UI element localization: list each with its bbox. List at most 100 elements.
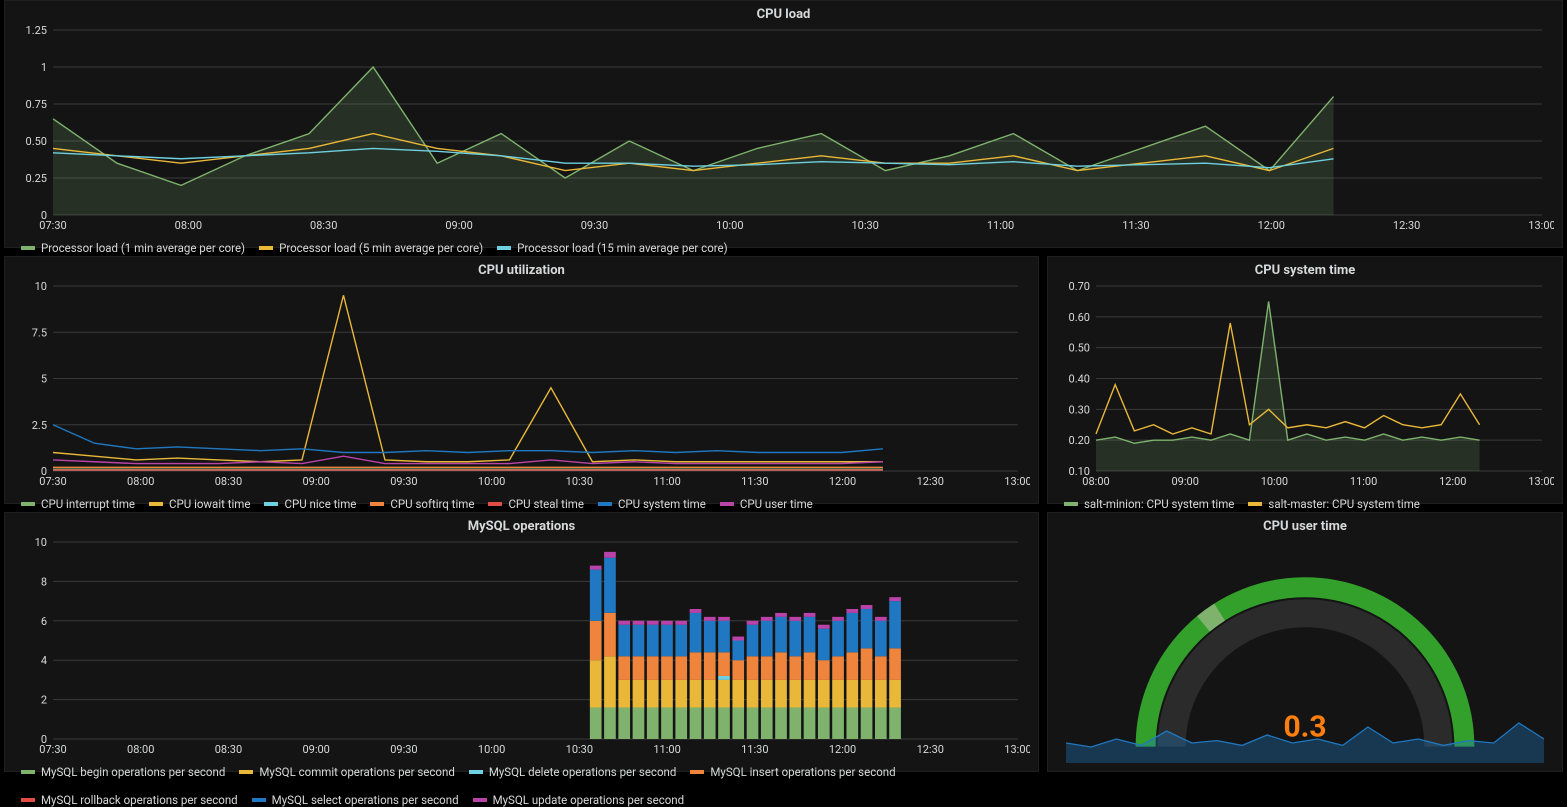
chart-cpu-sys-time[interactable]: 0.100.200.300.400.500.600.7008:0009:0010… bbox=[1056, 280, 1554, 493]
svg-text:0.70: 0.70 bbox=[1069, 280, 1090, 293]
svg-text:10:00: 10:00 bbox=[716, 219, 743, 232]
svg-text:12:30: 12:30 bbox=[917, 743, 944, 756]
legend-item[interactable]: CPU nice time bbox=[264, 497, 356, 511]
legend-item[interactable]: MySQL select operations per second bbox=[252, 793, 459, 807]
legend-label: Processor load (1 min average per core) bbox=[41, 241, 245, 255]
gauge-cpu-user-time[interactable]: 0.3 bbox=[1056, 536, 1554, 765]
legend-label: Processor load (15 min average per core) bbox=[517, 241, 728, 255]
legend-label: CPU user time bbox=[740, 497, 813, 511]
svg-text:10: 10 bbox=[35, 536, 47, 549]
svg-text:11:30: 11:30 bbox=[1122, 219, 1149, 232]
svg-text:09:00: 09:00 bbox=[1171, 475, 1198, 488]
legend-item[interactable]: MySQL update operations per second bbox=[473, 793, 685, 807]
legend-label: MySQL commit operations per second bbox=[259, 765, 454, 779]
svg-text:0.75: 0.75 bbox=[26, 98, 47, 111]
svg-text:10:30: 10:30 bbox=[851, 219, 878, 232]
legend-item[interactable]: MySQL rollback operations per second bbox=[21, 793, 238, 807]
svg-text:6: 6 bbox=[41, 615, 47, 628]
svg-text:09:30: 09:30 bbox=[390, 475, 417, 488]
svg-text:13:00: 13:00 bbox=[1004, 475, 1030, 488]
legend-swatch bbox=[598, 502, 612, 506]
svg-text:2: 2 bbox=[41, 694, 47, 707]
legend-swatch bbox=[21, 770, 35, 774]
legend-item[interactable]: Processor load (15 min average per core) bbox=[497, 241, 728, 255]
legend-item[interactable]: salt-minion: CPU system time bbox=[1064, 497, 1234, 511]
panel-cpu-load: CPU load 00.250.500.7511.2507:3008:0008:… bbox=[4, 0, 1563, 248]
svg-text:09:30: 09:30 bbox=[390, 743, 417, 756]
panel-title-cpu-util[interactable]: CPU utilization bbox=[13, 263, 1030, 278]
svg-text:0.25: 0.25 bbox=[26, 172, 47, 185]
svg-text:0.20: 0.20 bbox=[1069, 434, 1090, 447]
svg-text:0.50: 0.50 bbox=[1069, 342, 1090, 355]
svg-text:12:30: 12:30 bbox=[917, 475, 944, 488]
panel-title-cpu-user-time[interactable]: CPU user time bbox=[1056, 519, 1554, 534]
legend-label: Processor load (5 min average per core) bbox=[279, 241, 483, 255]
svg-text:07:30: 07:30 bbox=[39, 475, 66, 488]
svg-text:08:30: 08:30 bbox=[215, 743, 242, 756]
svg-text:13:00: 13:00 bbox=[1004, 743, 1030, 756]
svg-text:0.50: 0.50 bbox=[26, 135, 47, 148]
legend-item[interactable]: MySQL commit operations per second bbox=[239, 765, 454, 779]
legend-swatch bbox=[1064, 502, 1078, 506]
svg-text:13:00: 13:00 bbox=[1528, 219, 1554, 232]
legend-label: salt-minion: CPU system time bbox=[1084, 497, 1234, 511]
legend-item[interactable]: CPU interrupt time bbox=[21, 497, 135, 511]
legend-swatch bbox=[488, 502, 502, 506]
legend-item[interactable]: MySQL delete operations per second bbox=[469, 765, 677, 779]
legend-label: salt-master: CPU system time bbox=[1268, 497, 1420, 511]
legend-cpu-load: Processor load (1 min average per core) P… bbox=[13, 237, 1554, 255]
svg-text:2.5: 2.5 bbox=[32, 419, 47, 432]
legend-item[interactable]: Processor load (1 min average per core) bbox=[21, 241, 245, 255]
legend-item[interactable]: Processor load (5 min average per core) bbox=[259, 241, 483, 255]
chart-cpu-util[interactable]: 02.557.51007:3008:0008:3009:0009:3010:00… bbox=[13, 280, 1030, 493]
legend-item[interactable]: salt-master: CPU system time bbox=[1248, 497, 1420, 511]
legend-item[interactable]: CPU steal time bbox=[488, 497, 584, 511]
svg-text:0.40: 0.40 bbox=[1069, 373, 1090, 386]
svg-text:7.5: 7.5 bbox=[32, 326, 47, 339]
legend-item[interactable]: CPU iowait time bbox=[149, 497, 250, 511]
panel-title-mysql-ops[interactable]: MySQL operations bbox=[13, 519, 1030, 534]
legend-swatch bbox=[1248, 502, 1262, 506]
panel-cpu-sys-time: CPU system time 0.100.200.300.400.500.60… bbox=[1047, 256, 1563, 504]
panel-cpu-util: CPU utilization 02.557.51007:3008:0008:3… bbox=[4, 256, 1039, 504]
svg-text:12:00: 12:00 bbox=[829, 475, 856, 488]
legend-item[interactable]: CPU system time bbox=[598, 497, 706, 511]
chart-mysql-ops[interactable]: 024681007:3008:0008:3009:0009:3010:0010:… bbox=[13, 536, 1030, 761]
legend-swatch bbox=[469, 770, 483, 774]
legend-item[interactable]: MySQL begin operations per second bbox=[21, 765, 225, 779]
panel-cpu-user-time: CPU user time 0.3 bbox=[1047, 512, 1563, 772]
svg-text:0.30: 0.30 bbox=[1069, 403, 1090, 416]
legend-item[interactable]: CPU user time bbox=[720, 497, 813, 511]
legend-label: MySQL update operations per second bbox=[493, 793, 685, 807]
panel-title-cpu-load[interactable]: CPU load bbox=[13, 7, 1554, 22]
panel-title-cpu-sys-time[interactable]: CPU system time bbox=[1056, 263, 1554, 278]
svg-text:08:00: 08:00 bbox=[127, 743, 154, 756]
legend-label: CPU steal time bbox=[508, 497, 584, 511]
panel-mysql-ops: MySQL operations 024681007:3008:0008:300… bbox=[4, 512, 1039, 772]
svg-text:11:30: 11:30 bbox=[741, 743, 768, 756]
svg-text:08:30: 08:30 bbox=[215, 475, 242, 488]
legend-label: CPU iowait time bbox=[169, 497, 250, 511]
legend-swatch bbox=[259, 246, 273, 250]
svg-text:11:00: 11:00 bbox=[1350, 475, 1377, 488]
svg-text:4: 4 bbox=[41, 654, 47, 667]
svg-text:07:30: 07:30 bbox=[39, 219, 66, 232]
legend-item[interactable]: MySQL insert operations per second bbox=[690, 765, 895, 779]
legend-mysql-ops: MySQL begin operations per second MySQL c… bbox=[13, 761, 1030, 807]
svg-text:10:00: 10:00 bbox=[1261, 475, 1288, 488]
legend-item[interactable]: CPU softirq time bbox=[370, 497, 474, 511]
legend-swatch bbox=[21, 502, 35, 506]
svg-text:09:30: 09:30 bbox=[581, 219, 608, 232]
svg-text:12:30: 12:30 bbox=[1393, 219, 1420, 232]
legend-swatch bbox=[473, 798, 487, 802]
chart-cpu-load[interactable]: 00.250.500.7511.2507:3008:0008:3009:0009… bbox=[13, 24, 1554, 237]
svg-text:08:00: 08:00 bbox=[175, 219, 202, 232]
legend-label: MySQL delete operations per second bbox=[489, 765, 677, 779]
legend-label: MySQL rollback operations per second bbox=[41, 793, 238, 807]
legend-swatch bbox=[264, 502, 278, 506]
svg-text:09:00: 09:00 bbox=[445, 219, 472, 232]
svg-text:08:00: 08:00 bbox=[127, 475, 154, 488]
svg-text:5: 5 bbox=[41, 373, 47, 386]
legend-swatch bbox=[370, 502, 384, 506]
svg-text:13:00: 13:00 bbox=[1528, 475, 1554, 488]
